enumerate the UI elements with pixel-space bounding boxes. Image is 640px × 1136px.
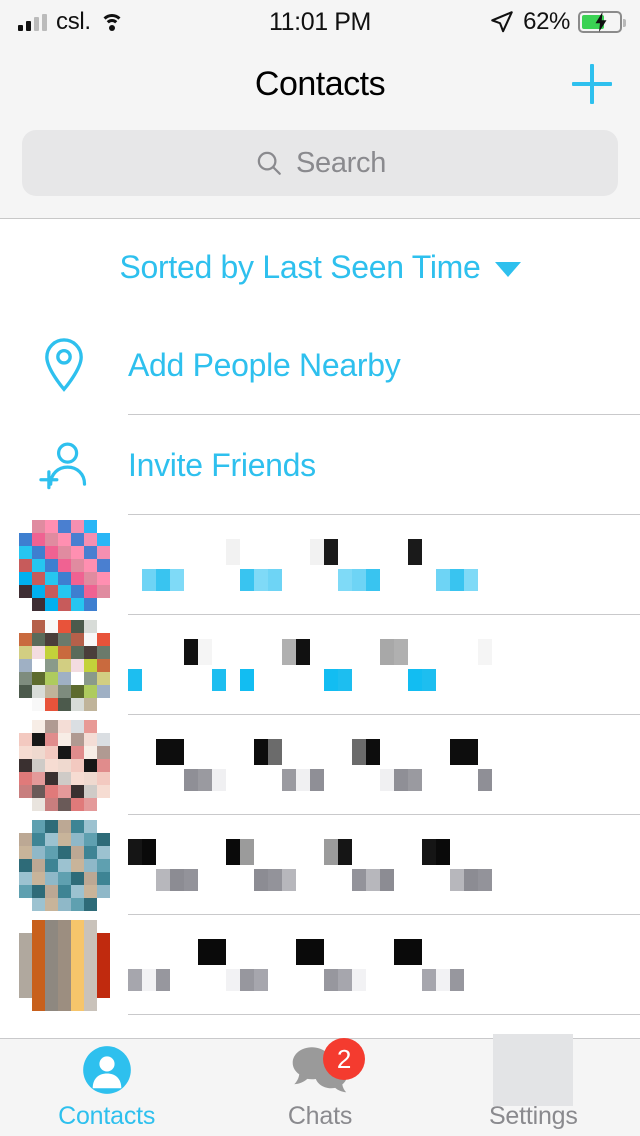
status-bar-right: 62% bbox=[489, 8, 626, 36]
redaction-box bbox=[493, 1034, 574, 1106]
avatar bbox=[18, 819, 110, 911]
search-placeholder: Search bbox=[295, 146, 387, 179]
contact-row[interactable] bbox=[0, 615, 640, 715]
contact-status bbox=[128, 969, 620, 991]
contact-status bbox=[128, 769, 620, 791]
contact-row[interactable] bbox=[0, 715, 640, 815]
search-section: Search bbox=[0, 124, 640, 218]
contact-avatar bbox=[0, 815, 128, 915]
contacts-list[interactable] bbox=[0, 515, 640, 1015]
contact-text bbox=[128, 639, 640, 691]
contact-row[interactable] bbox=[0, 815, 640, 915]
contact-avatar bbox=[0, 515, 128, 615]
charging-bolt-icon bbox=[595, 12, 607, 32]
tab-contacts-label: Contacts bbox=[58, 1102, 156, 1130]
sort-label: Sorted by Last Seen Time bbox=[119, 248, 481, 285]
contact-name bbox=[128, 539, 620, 565]
contact-text bbox=[128, 839, 640, 891]
chevron-down-icon bbox=[494, 262, 521, 277]
navigation-bar: Contacts bbox=[0, 44, 640, 124]
contact-name bbox=[128, 639, 620, 665]
avatar bbox=[18, 619, 110, 711]
contact-row[interactable] bbox=[0, 915, 640, 1015]
tab-bar: Contacts 2 Chats Settings bbox=[0, 1034, 640, 1136]
contact-avatar bbox=[0, 915, 128, 1015]
avatar bbox=[18, 919, 110, 1011]
row-separator bbox=[128, 1014, 640, 1015]
page-title: Contacts bbox=[254, 64, 386, 103]
add-people-nearby-label: Add People Nearby bbox=[128, 346, 401, 383]
add-people-nearby-row[interactable]: Add People Nearby bbox=[0, 315, 640, 415]
contact-name bbox=[128, 939, 620, 965]
search-input[interactable]: Search bbox=[22, 130, 618, 196]
settings-icon-redacted bbox=[493, 1034, 574, 1106]
tab-settings-label: Settings bbox=[488, 1102, 578, 1130]
chat-bubbles-icon: 2 bbox=[291, 1038, 365, 1096]
tab-settings[interactable]: Settings bbox=[427, 1034, 640, 1136]
sort-selector[interactable]: Sorted by Last Seen Time bbox=[0, 219, 640, 315]
plus-icon bbox=[572, 64, 612, 104]
status-bar-left: csl. bbox=[18, 8, 124, 36]
contact-avatar bbox=[0, 715, 128, 815]
carrier-label: csl. bbox=[56, 8, 91, 35]
contact-name bbox=[128, 739, 620, 765]
header-divider bbox=[0, 218, 640, 219]
person-circle-icon bbox=[81, 1044, 133, 1096]
contact-status bbox=[128, 869, 620, 891]
battery-charging-icon bbox=[578, 11, 626, 33]
status-bar: csl. 11:01 PM 62% bbox=[0, 0, 640, 44]
contact-text bbox=[128, 539, 640, 591]
location-arrow-icon bbox=[491, 11, 513, 33]
contact-row[interactable] bbox=[0, 515, 640, 615]
invite-friends-row[interactable]: Invite Friends bbox=[0, 415, 640, 515]
cellular-signal-icon bbox=[18, 13, 47, 31]
chats-unread-badge: 2 bbox=[322, 1038, 365, 1080]
contact-text bbox=[128, 939, 640, 991]
tab-chats[interactable]: 2 Chats bbox=[213, 1038, 426, 1136]
avatar bbox=[18, 719, 110, 811]
tab-chats-label: Chats bbox=[287, 1102, 353, 1130]
contact-status bbox=[128, 669, 620, 691]
location-pin-icon bbox=[0, 337, 128, 393]
contact-text bbox=[128, 739, 640, 791]
search-icon bbox=[257, 151, 281, 175]
person-add-icon bbox=[0, 438, 128, 492]
battery-percent-label: 62% bbox=[523, 8, 570, 35]
avatar bbox=[18, 519, 110, 611]
wifi-icon bbox=[99, 13, 124, 31]
contact-avatar bbox=[0, 615, 128, 715]
invite-friends-label: Invite Friends bbox=[128, 446, 316, 483]
tab-contacts[interactable]: Contacts bbox=[0, 1039, 213, 1136]
add-contact-button[interactable] bbox=[566, 58, 618, 110]
contact-name bbox=[128, 839, 620, 865]
contact-status bbox=[128, 569, 620, 591]
